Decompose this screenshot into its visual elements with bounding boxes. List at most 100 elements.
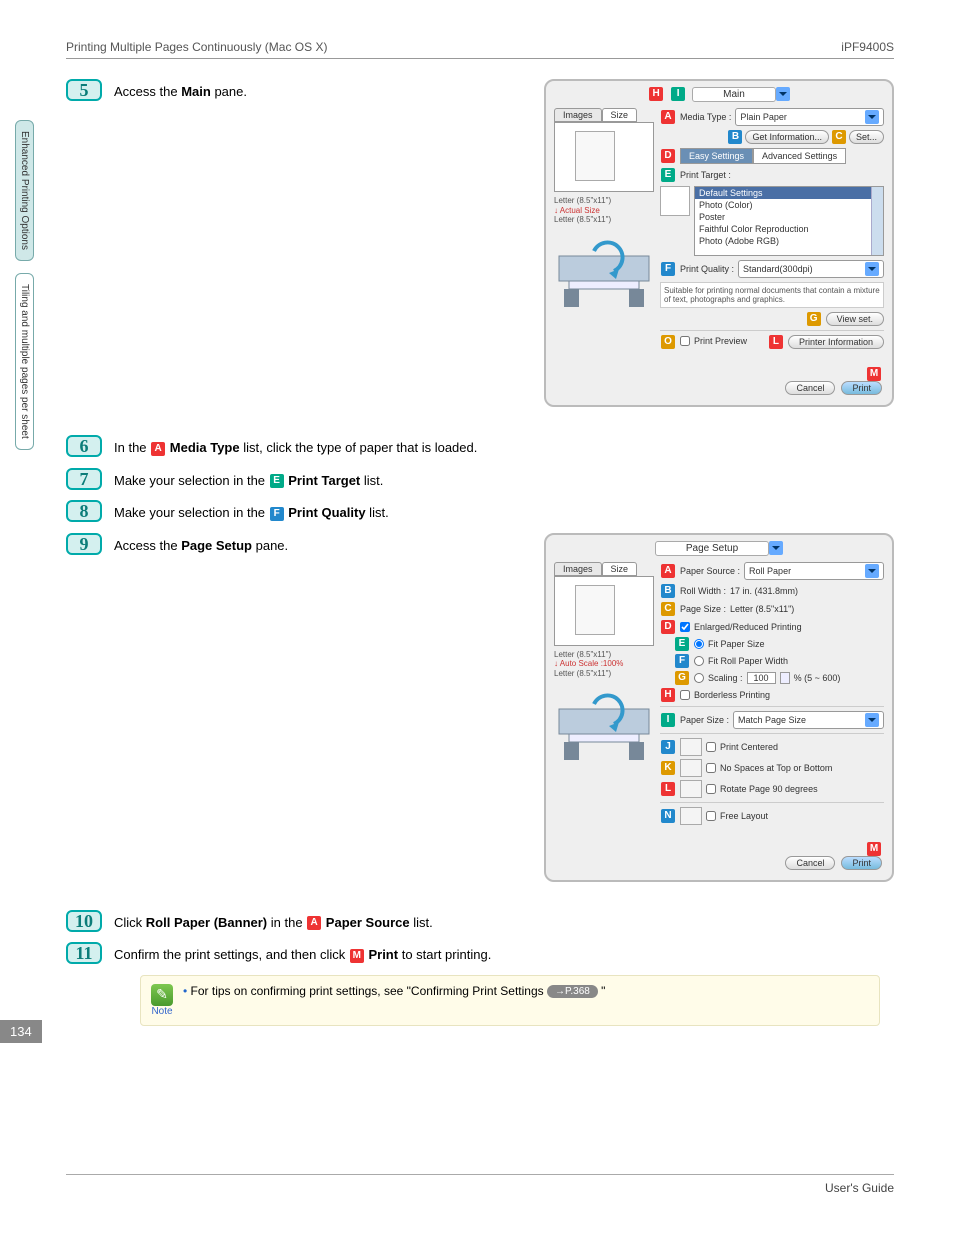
- fit-roll-radio[interactable]: [694, 656, 704, 666]
- badge-M: M: [867, 842, 881, 856]
- step-10-text: Click Roll Paper (Banner) in the A Paper…: [114, 910, 894, 933]
- free-layout-check[interactable]: [706, 811, 716, 821]
- dropdown-icon[interactable]: [776, 87, 790, 101]
- preview-area: [554, 122, 654, 192]
- note-icon: ✎: [151, 984, 173, 1006]
- badge-F: F: [675, 654, 689, 668]
- settings-mode-segment[interactable]: Easy Settings Advanced Settings: [680, 148, 846, 164]
- step-5-num: 5: [66, 79, 102, 101]
- inline-badge-F: F: [270, 507, 284, 521]
- side-tab-enhanced[interactable]: Enhanced Printing Options: [15, 120, 34, 261]
- printer-info-button[interactable]: Printer Information: [788, 335, 884, 349]
- get-information-button[interactable]: Get Information...: [745, 130, 829, 144]
- badge-E: E: [661, 168, 675, 182]
- preview-info: Letter (8.5"x11") ↓ Auto Scale :100% Let…: [554, 650, 654, 679]
- step-7-text: Make your selection in the E Print Targe…: [114, 468, 894, 491]
- paper-size-select[interactable]: Match Page Size: [733, 711, 884, 729]
- step-8-num: 8: [66, 500, 102, 522]
- figure-page-setup-pane: Page Setup Images Size Letter (8.5"x11")…: [544, 533, 894, 882]
- print-centered-check[interactable]: [706, 742, 716, 752]
- note-label: Note: [151, 1006, 172, 1017]
- badge-I: I: [661, 713, 675, 727]
- badge-K: K: [661, 761, 675, 775]
- preview-tabs[interactable]: Images Size: [554, 562, 654, 576]
- step-6-num: 6: [66, 435, 102, 457]
- inline-badge-A: A: [307, 916, 321, 930]
- page-header: Printing Multiple Pages Continuously (Ma…: [66, 40, 894, 59]
- quality-description: Suitable for printing normal documents t…: [660, 282, 884, 308]
- header-left: Printing Multiple Pages Continuously (Ma…: [66, 40, 327, 54]
- note-box: ✎ Note • For tips on confirming print se…: [140, 975, 880, 1026]
- badge-A: A: [661, 110, 675, 124]
- scaling-radio[interactable]: [694, 673, 704, 683]
- badge-N: N: [661, 809, 675, 823]
- badge-M: M: [867, 367, 881, 381]
- print-button[interactable]: Print: [841, 856, 882, 870]
- badge-B: B: [661, 584, 675, 598]
- badge-O: O: [661, 335, 675, 349]
- centered-icon: [680, 738, 702, 756]
- media-type-select[interactable]: Plain Paper: [735, 108, 884, 126]
- preview-info: Letter (8.5"x11") ↓ Actual Size Letter (…: [554, 196, 654, 225]
- page-number: 134: [0, 1020, 42, 1043]
- pane-selector[interactable]: Main: [692, 87, 776, 102]
- printer-illustration: [554, 684, 654, 764]
- badge-G: G: [675, 671, 689, 685]
- print-target-list[interactable]: Default Settings Photo (Color) Poster Fa…: [694, 186, 884, 256]
- cancel-button[interactable]: Cancel: [785, 381, 835, 395]
- cross-ref[interactable]: →P.368: [547, 985, 598, 998]
- borderless-check[interactable]: [680, 690, 690, 700]
- step-7-num: 7: [66, 468, 102, 490]
- target-thumb: [660, 186, 690, 216]
- side-tabs: Enhanced Printing Options Tiling and mul…: [15, 120, 34, 450]
- stepper-icon[interactable]: [780, 672, 790, 684]
- step-11-text: Confirm the print settings, and then cli…: [114, 942, 894, 965]
- pane-selector[interactable]: Page Setup: [655, 541, 769, 556]
- note-text: • For tips on confirming print settings,…: [183, 984, 605, 998]
- header-right: iPF9400S: [841, 40, 894, 54]
- print-preview-check[interactable]: Print Preview: [680, 336, 747, 346]
- dropdown-icon[interactable]: [769, 541, 783, 555]
- badge-H: H: [649, 87, 663, 101]
- badge-C: C: [661, 602, 675, 616]
- badge-A: A: [661, 564, 675, 578]
- cancel-button[interactable]: Cancel: [785, 856, 835, 870]
- no-spaces-check[interactable]: [706, 763, 716, 773]
- badge-H: H: [661, 688, 675, 702]
- scaling-value[interactable]: 100: [747, 672, 776, 684]
- print-quality-select[interactable]: Standard(300dpi): [738, 260, 884, 278]
- badge-D: D: [661, 149, 675, 163]
- inline-badge-E: E: [270, 474, 284, 488]
- fit-paper-radio[interactable]: [694, 639, 704, 649]
- step-11-num: 11: [66, 942, 102, 964]
- badge-L: L: [769, 335, 783, 349]
- enlarged-check[interactable]: [680, 622, 690, 632]
- badge-C: C: [832, 130, 846, 144]
- freelayout-icon: [680, 807, 702, 825]
- badge-B: B: [728, 130, 742, 144]
- preview-area: [554, 576, 654, 646]
- badge-L: L: [661, 782, 675, 796]
- set-button[interactable]: Set...: [849, 130, 884, 144]
- badge-I: I: [671, 87, 685, 101]
- view-set-button[interactable]: View set.: [826, 312, 884, 326]
- printer-illustration: [554, 231, 654, 311]
- inline-badge-A: A: [151, 442, 165, 456]
- badge-J: J: [661, 740, 675, 754]
- rotate-check[interactable]: [706, 784, 716, 794]
- side-tab-tiling[interactable]: Tiling and multiple pages per sheet: [15, 273, 34, 450]
- badge-E: E: [675, 637, 689, 651]
- figure-main-pane: H I Main Images Size Letter (8.5"x11"): [544, 79, 894, 407]
- badge-D: D: [661, 620, 675, 634]
- print-button[interactable]: Print: [841, 381, 882, 395]
- preview-tabs[interactable]: Images Size: [554, 108, 654, 122]
- rotate-icon: [680, 780, 702, 798]
- step-9-num: 9: [66, 533, 102, 555]
- step-8-text: Make your selection in the F Print Quali…: [114, 500, 894, 523]
- step-6-text: In the A Media Type list, click the type…: [114, 435, 894, 458]
- paper-source-select[interactable]: Roll Paper: [744, 562, 884, 580]
- badge-F: F: [661, 262, 675, 276]
- footer-rule: [66, 1174, 894, 1175]
- step-9-text: Access the Page Setup pane.: [114, 533, 532, 556]
- step-5-text: Access the Main pane.: [114, 79, 532, 102]
